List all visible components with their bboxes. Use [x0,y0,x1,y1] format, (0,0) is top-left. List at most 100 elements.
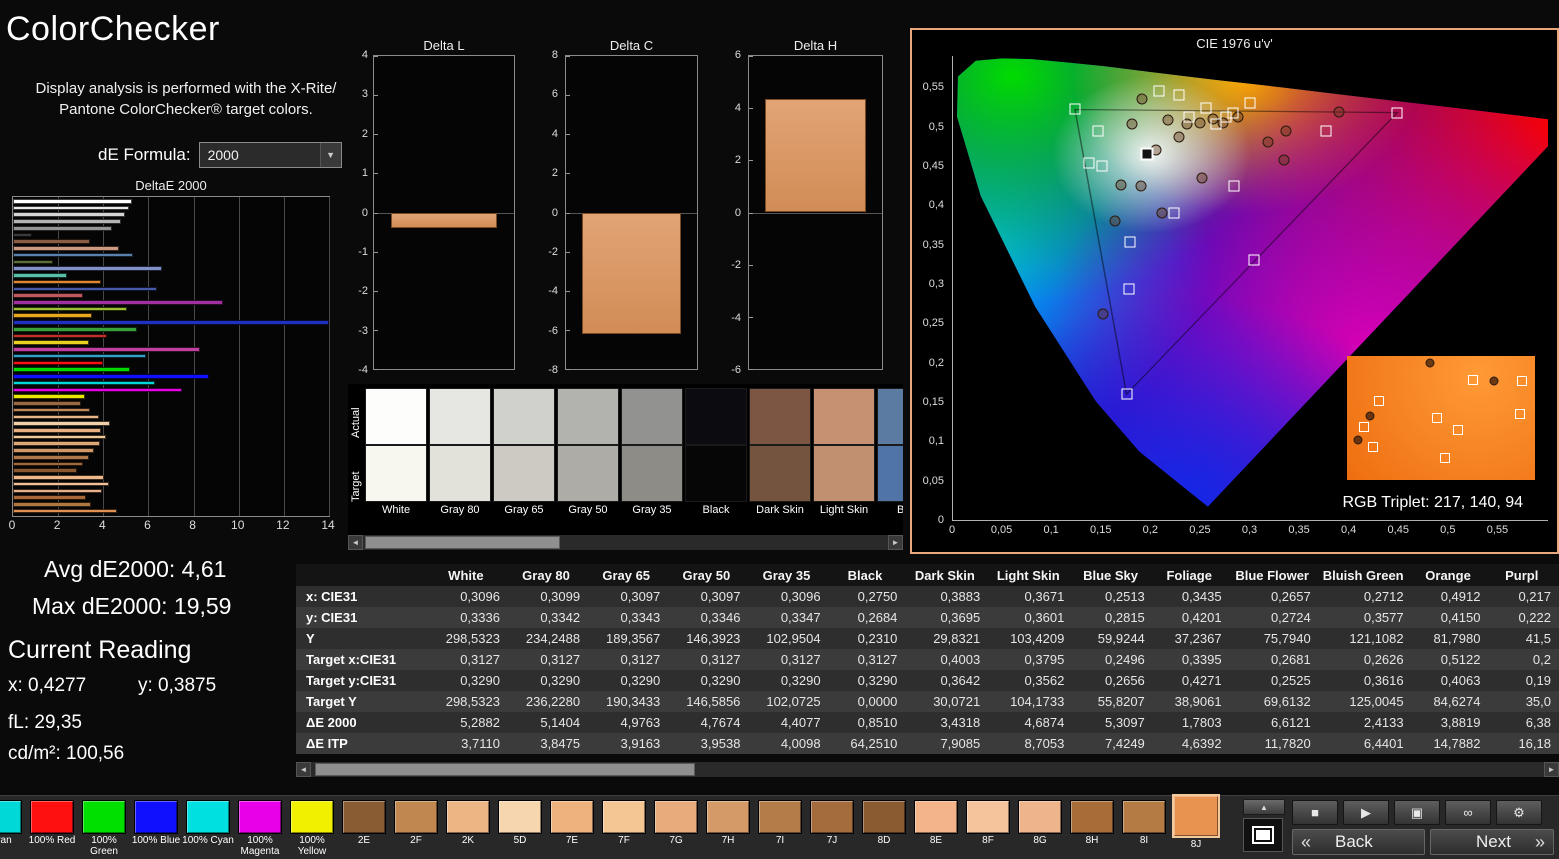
patch-button-5d[interactable]: 5D [494,798,546,857]
max-de2000-value: Max dE2000: 19,59 [32,593,231,620]
table-cell: 7,9085 [905,733,988,754]
actual-swatch [621,388,683,445]
next-button[interactable]: Next » [1430,829,1554,855]
table-cell: 0,3601 [988,607,1072,628]
x-tick-label: 0,35 [1288,524,1309,536]
pattern-button[interactable]: ▣ [1394,800,1440,825]
back-button[interactable]: « Back [1292,829,1425,855]
patch-column-dark-skin: Dark Skin [749,388,811,532]
scroll-left-button[interactable]: ◄ [348,535,363,550]
scroll-left-button[interactable]: ◄ [296,762,311,777]
patch-button-7j[interactable]: 7J [806,798,858,857]
y-tick-label: 0,25 [923,317,944,329]
inset-target-point [1453,425,1463,435]
patch-button-8j[interactable]: 8J [1170,798,1222,857]
stop-button[interactable]: ■ [1292,800,1338,825]
cie-plot [952,56,1548,521]
delta-h-plot [748,55,883,370]
patch-button-8g[interactable]: 8G [1014,798,1066,857]
column-header-orange: Orange [1412,564,1489,586]
deltaE-bar-blue-flower [13,266,162,271]
target-point [1124,236,1135,247]
delta-l-title: Delta L [373,38,515,53]
patch-button-100-blue[interactable]: 100% Blue [130,798,182,857]
table-cell: 41,5 [1488,628,1559,649]
pattern-window-button[interactable] [1243,818,1283,852]
target-row-label: Target [350,456,363,518]
target-point [1392,107,1403,118]
patch-column-gray-50: Gray 50 [557,388,619,532]
patch-button-label: 5D [494,836,546,847]
deltaE-bar-gray-80 [13,206,129,211]
patch-button-7f[interactable]: 7F [598,798,650,857]
play-button[interactable]: ▶ [1343,800,1389,825]
patch-button-7e[interactable]: 7E [546,798,598,857]
measurement-stats: Avg dE2000: 4,61 Max dE2000: 19,59 Curre… [0,548,296,788]
target-point [1092,125,1103,136]
y-tick-label: 3 [362,88,368,100]
scroll-right-button[interactable]: ► [888,535,903,550]
patch-button-7h[interactable]: 7H [702,798,754,857]
inset-target-point [1374,396,1384,406]
table-cell: 0,0000 [829,691,906,712]
patch-button-cyan[interactable]: Cyan [0,798,26,857]
patch-button-8h[interactable]: 8H [1066,798,1118,857]
table-cell: 0,3127 [748,649,828,670]
patch-column-light-skin: Light Skin [813,388,875,532]
patch-button-100-magenta[interactable]: 100% Magenta [234,798,286,857]
scrollbar-track[interactable] [311,762,1544,777]
target-point [1123,283,1134,294]
table-cell: 69,6132 [1230,691,1319,712]
table-cell: 0,3346 [668,607,748,628]
table-cell: 7,4249 [1072,733,1152,754]
patch-button-2k[interactable]: 2K [442,798,494,857]
patch-button-8e[interactable]: 8E [910,798,962,857]
patch-name-label: Gray 35 [621,504,683,516]
patch-button-label: 8I [1118,836,1170,847]
patch-button-8d[interactable]: 8D [858,798,910,857]
table-cell: 0,3336 [428,607,508,628]
patch-button-2f[interactable]: 2F [390,798,442,857]
patch-button-8f[interactable]: 8F [962,798,1014,857]
deltaE2000-chart: DeltaE 2000 02468101214 [10,178,332,540]
deltaE-bar-purple [13,300,223,305]
deltaE-bar-7e [13,428,101,433]
y-tick [566,330,570,331]
patch-color-swatch [550,800,594,834]
scrollbar-thumb[interactable] [315,763,695,776]
table-row: Target x:CIE310,31270,31270,31270,31270,… [296,649,1559,670]
patch-button-label: 2K [442,836,494,847]
patch-button-100-yellow[interactable]: 100% Yellow [286,798,338,857]
inset-measurement-point [1354,436,1363,445]
patch-button-2e[interactable]: 2E [338,798,390,857]
scroll-right-button[interactable]: ► [1544,762,1559,777]
settings-button[interactable]: ⚙ [1496,800,1542,825]
deltaE-bar-purplish-blue [13,287,157,292]
patch-button-7g[interactable]: 7G [650,798,702,857]
deltaE-bar-2f [13,408,90,413]
de-formula-dropdown[interactable]: 2000 ▼ [199,142,342,168]
table-scrollbar[interactable]: ◄ ► [296,762,1559,777]
target-swatch [365,445,427,502]
scrollbar-thumb[interactable] [365,536,560,549]
y-tick [374,252,378,253]
panel-handle-button[interactable]: ▲ [1243,799,1285,815]
scrollbar-track[interactable] [363,535,888,550]
column-header-gray-80: Gray 80 [508,564,588,586]
patch-button-100-green[interactable]: 100% Green [78,798,130,857]
deltaE-bar-blue [13,320,329,325]
swatch-strip-scrollbar[interactable]: ◄ ► [348,535,903,550]
table-cell: 0,2513 [1072,586,1152,607]
patch-button-100-cyan[interactable]: 100% Cyan [182,798,234,857]
patch-button-100-red[interactable]: 100% Red [26,798,78,857]
y-tick [749,369,753,370]
deltaE-bar-red [13,334,107,339]
table-row: ΔE 20005,28825,14044,97634,76744,40770,8… [296,712,1559,733]
chevron-left-icon: « [1301,832,1311,853]
patch-button-7i[interactable]: 7I [754,798,806,857]
continuous-read-button[interactable]: ∞ [1445,800,1491,825]
table-cell: 0,3347 [748,607,828,628]
patch-column-gray-65: Gray 65 [493,388,555,532]
table-cell: 4,6392 [1153,733,1230,754]
patch-button-8i[interactable]: 8I [1118,798,1170,857]
